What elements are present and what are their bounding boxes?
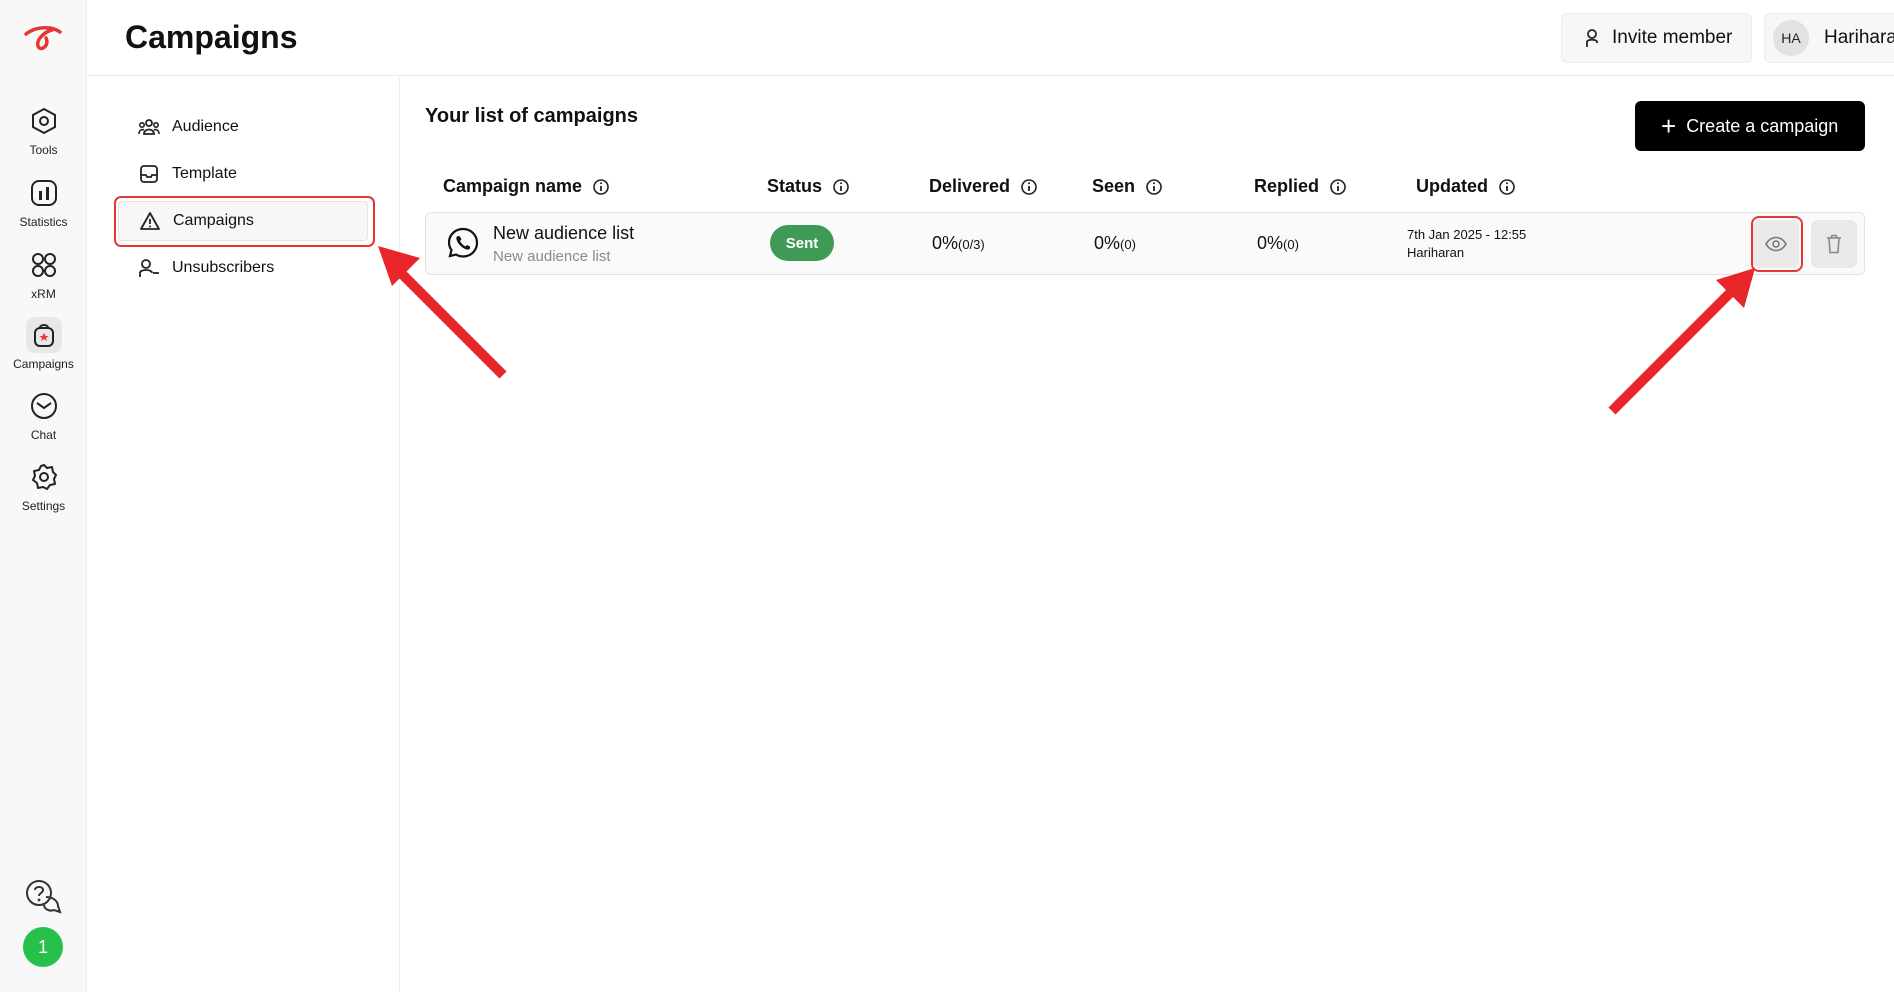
- whatsapp-icon: [447, 227, 479, 258]
- campaigns-highlight-box: [114, 196, 375, 247]
- status-badge: Sent: [770, 225, 834, 261]
- create-campaign-label: Create a campaign: [1686, 115, 1839, 136]
- hexagon-icon: [26, 103, 62, 139]
- page-title: Campaigns: [125, 19, 298, 55]
- info-icon[interactable]: [1329, 178, 1347, 196]
- rail-item-tools[interactable]: Tools: [0, 103, 87, 165]
- column-label: Campaign name: [443, 176, 583, 196]
- column-label: Status: [767, 176, 823, 196]
- campaign-name[interactable]: New audience list: [493, 223, 634, 244]
- rail-label-chat: Chat: [30, 428, 57, 442]
- table-row[interactable]: New audience list New audience list Sent…: [425, 212, 1865, 275]
- updated-by: Hariharan: [1407, 245, 1465, 260]
- info-icon[interactable]: [592, 178, 610, 196]
- campaign-bag-icon: [25, 317, 62, 353]
- seen-detail: (0): [1120, 237, 1136, 252]
- subnav-label-unsubscribers: Unsubscribers: [172, 259, 275, 276]
- grid-icon: [26, 247, 62, 283]
- delivered-metric: 0%(0/3): [932, 233, 985, 254]
- rail-label-tools: Tools: [29, 143, 58, 157]
- replied-detail: (0): [1283, 237, 1299, 252]
- info-icon[interactable]: [1145, 178, 1163, 196]
- column-header-campaign-name[interactable]: Campaign name: [443, 176, 610, 197]
- user-icon: [1586, 29, 1598, 47]
- avatar: HA: [1773, 20, 1809, 56]
- rail-item-settings[interactable]: Settings: [0, 459, 87, 521]
- column-label: Delivered: [929, 176, 1011, 196]
- left-rail: Tools Statistics xRM Campaigns Chat Sett…: [0, 0, 87, 992]
- subnav-item-unsubscribers[interactable]: Unsubscribers: [118, 248, 368, 288]
- column-label: Replied: [1254, 176, 1320, 196]
- column-header-status[interactable]: Status: [767, 176, 850, 197]
- subnav-item-audience[interactable]: Audience: [118, 107, 368, 147]
- seen-percent: 0%: [1094, 233, 1121, 253]
- plus-icon: +: [1661, 111, 1677, 141]
- rail-item-statistics[interactable]: Statistics: [0, 175, 87, 237]
- subnav-label-audience: Audience: [172, 118, 239, 135]
- profile-name: Hariharan: [1824, 27, 1894, 48]
- profile-dropdown[interactable]: HA Hariharan: [1764, 13, 1894, 63]
- delivered-percent: 0%: [932, 233, 959, 253]
- view-highlight-box: [1751, 216, 1803, 272]
- replied-metric: 0%(0): [1257, 233, 1299, 254]
- delivered-detail: (0/3): [958, 237, 985, 252]
- chat-icon: [26, 388, 62, 424]
- column-header-updated[interactable]: Updated: [1416, 176, 1516, 197]
- top-header: Campaigns Invite member HA Hariharan: [88, 0, 1894, 76]
- user-minus-icon: [139, 259, 159, 277]
- invite-member-button[interactable]: Invite member: [1561, 13, 1752, 63]
- campaign-list-title: Your list of campaigns: [425, 105, 638, 127]
- rail-item-chat[interactable]: Chat: [0, 388, 87, 450]
- info-icon[interactable]: [832, 178, 850, 196]
- notification-badge[interactable]: 1: [23, 927, 63, 967]
- campaign-subtitle: New audience list: [493, 248, 611, 265]
- delete-campaign-button[interactable]: [1811, 220, 1857, 268]
- audience-icon: [138, 119, 160, 135]
- column-header-replied[interactable]: Replied: [1254, 176, 1347, 197]
- template-icon: [140, 165, 158, 183]
- rail-item-xrm[interactable]: xRM: [0, 247, 87, 309]
- invite-member-label: Invite member: [1612, 27, 1733, 48]
- subnav-item-template[interactable]: Template: [118, 154, 368, 194]
- column-label: Seen: [1092, 176, 1136, 196]
- brand-logo-icon[interactable]: [22, 22, 66, 56]
- rail-label-statistics: Statistics: [19, 215, 68, 229]
- trash-icon: [1827, 234, 1841, 254]
- create-campaign-button[interactable]: + Create a campaign: [1635, 101, 1865, 151]
- rail-label-xrm: xRM: [31, 287, 56, 301]
- app-root: Tools Statistics xRM Campaigns Chat Sett…: [0, 0, 1894, 992]
- info-icon[interactable]: [1020, 178, 1038, 196]
- updated-date: 7th Jan 2025 - 12:55: [1407, 227, 1527, 242]
- column-header-delivered[interactable]: Delivered: [929, 176, 1038, 197]
- gear-icon: [26, 459, 62, 495]
- help-chat-icon[interactable]: [24, 878, 62, 916]
- replied-percent: 0%: [1257, 233, 1284, 253]
- bar-chart-icon: [26, 175, 62, 211]
- column-label: Updated: [1416, 176, 1488, 196]
- column-header-seen[interactable]: Seen: [1092, 176, 1163, 197]
- rail-item-campaigns[interactable]: Campaigns: [0, 317, 87, 379]
- seen-metric: 0%(0): [1094, 233, 1136, 254]
- subnav-label-template: Template: [172, 165, 237, 182]
- info-icon[interactable]: [1498, 178, 1516, 196]
- rail-label-settings: Settings: [21, 499, 66, 513]
- rail-label-campaigns: Campaigns: [13, 357, 74, 371]
